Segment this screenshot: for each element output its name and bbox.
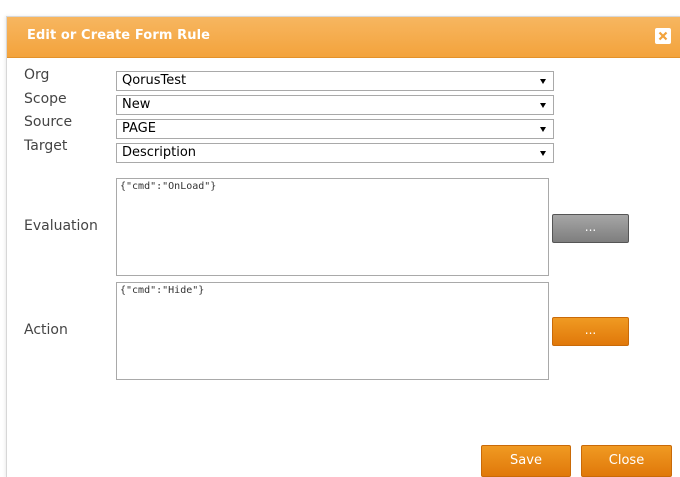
evaluation-editor-button[interactable]: ... xyxy=(552,214,629,243)
org-select[interactable]: QorusTest xyxy=(116,71,554,91)
source-select-value: PAGE xyxy=(122,121,156,136)
evaluation-label: Evaluation xyxy=(24,218,98,234)
chevron-down-icon xyxy=(540,103,546,108)
dialog-titlebar: Edit or Create Form Rule xyxy=(7,17,680,58)
page: Edit or Create Form Rule Org QorusTest S… xyxy=(0,0,680,477)
target-select-value: Description xyxy=(122,145,197,160)
scope-label: Scope xyxy=(24,91,67,107)
chevron-down-icon xyxy=(540,127,546,132)
scope-select-value: New xyxy=(122,97,151,112)
evaluation-textarea[interactable]: {"cmd":"OnLoad"} xyxy=(116,178,549,276)
action-label: Action xyxy=(24,322,68,338)
scope-select[interactable]: New xyxy=(116,95,554,115)
source-label: Source xyxy=(24,114,73,130)
close-button[interactable]: Close xyxy=(581,445,672,477)
dialog-title: Edit or Create Form Rule xyxy=(27,28,211,43)
action-textarea[interactable]: {"cmd":"Hide"} xyxy=(116,282,549,380)
close-x-icon[interactable] xyxy=(655,28,671,44)
action-code: {"cmd":"Hide"} xyxy=(120,285,205,296)
action-editor-button[interactable]: ... xyxy=(552,317,629,346)
save-button[interactable]: Save xyxy=(481,445,571,477)
form-rule-dialog: Edit or Create Form Rule Org QorusTest S… xyxy=(6,16,680,477)
target-label: Target xyxy=(24,138,68,154)
source-select[interactable]: PAGE xyxy=(116,119,554,139)
org-select-value: QorusTest xyxy=(122,73,187,88)
target-select[interactable]: Description xyxy=(116,143,554,163)
chevron-down-icon xyxy=(540,151,546,156)
org-label: Org xyxy=(24,67,50,83)
chevron-down-icon xyxy=(540,79,546,84)
evaluation-code: {"cmd":"OnLoad"} xyxy=(120,181,217,192)
